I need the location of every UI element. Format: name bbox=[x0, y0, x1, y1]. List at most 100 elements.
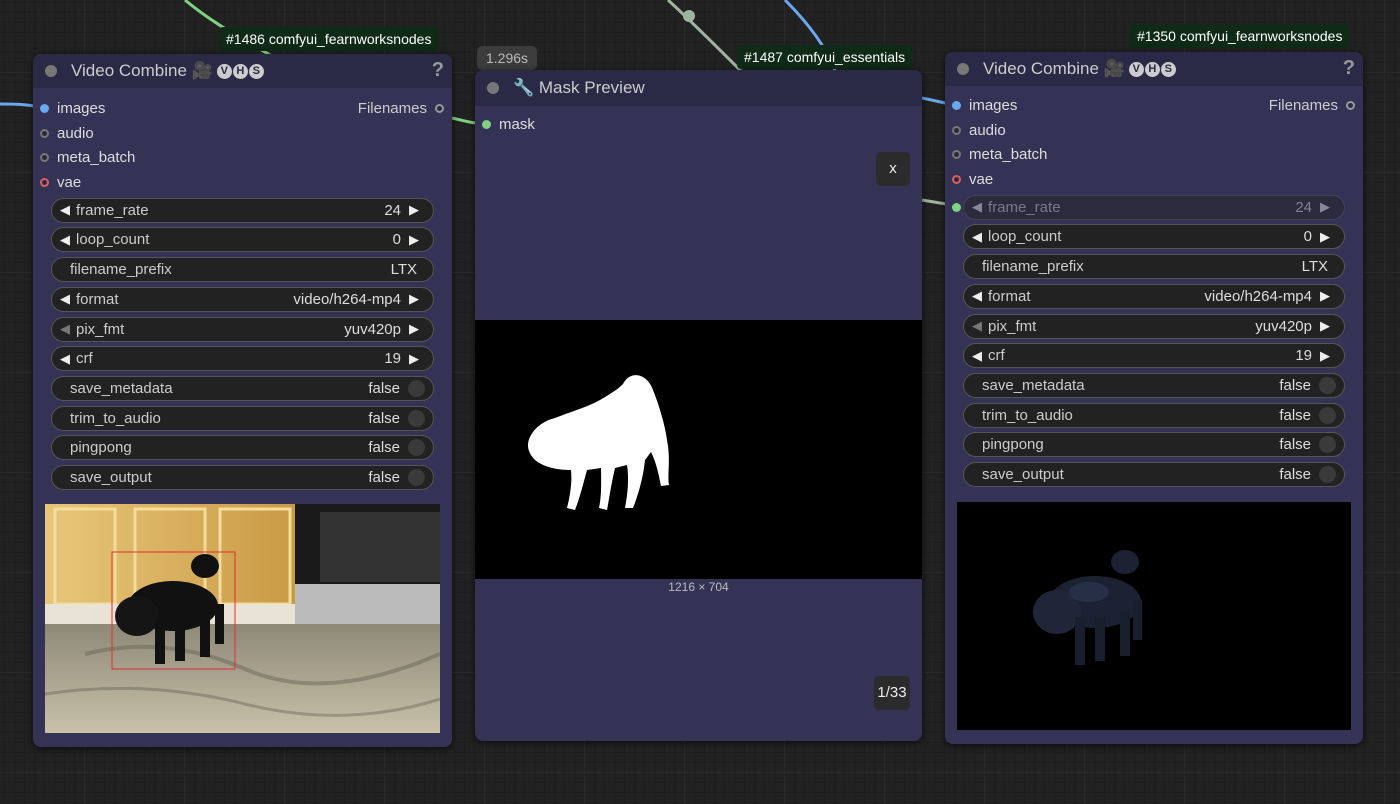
toggle-knob-icon[interactable] bbox=[408, 439, 425, 457]
widget-label: trim_to_audio bbox=[982, 406, 1073, 424]
help-icon[interactable]: ? bbox=[432, 59, 444, 82]
slot-connector[interactable] bbox=[952, 174, 961, 184]
widget-label: save_output bbox=[70, 468, 152, 486]
crf-widget[interactable]: ◀ crf 19 ▶ bbox=[51, 346, 434, 372]
toggle-knob-icon[interactable] bbox=[1319, 465, 1336, 483]
decrement-arrow-icon[interactable]: ◀ bbox=[60, 202, 76, 218]
decrement-arrow-icon[interactable]: ◀ bbox=[60, 232, 76, 248]
filename-prefix-widget[interactable]: filename_prefix LTX bbox=[51, 257, 434, 283]
close-preview-button[interactable]: x bbox=[876, 152, 910, 186]
frame-counter[interactable]: 1/33 bbox=[874, 676, 910, 710]
slot-connector[interactable] bbox=[40, 103, 49, 113]
input-slot-images[interactable]: images Filenames bbox=[945, 93, 1363, 118]
video-preview[interactable] bbox=[957, 502, 1351, 730]
decrement-arrow-icon[interactable]: ◀ bbox=[972, 199, 988, 215]
increment-arrow-icon[interactable]: ▶ bbox=[1320, 288, 1336, 304]
format-widget[interactable]: ◀ format video/h264-mp4 ▶ bbox=[51, 286, 434, 312]
slot-connector[interactable] bbox=[952, 100, 961, 110]
node-title: Video Combine 🎥 V H S bbox=[983, 59, 1176, 79]
increment-arrow-icon[interactable]: ▶ bbox=[409, 232, 425, 248]
pix-fmt-widget[interactable]: ◀ pix_fmt yuv420p ▶ bbox=[51, 316, 434, 342]
slot-connector[interactable] bbox=[435, 103, 444, 113]
widget-label: trim_to_audio bbox=[70, 409, 161, 427]
help-icon[interactable]: ? bbox=[1343, 57, 1355, 80]
increment-arrow-icon[interactable]: ▶ bbox=[1320, 229, 1336, 245]
slot-connector[interactable] bbox=[1346, 100, 1355, 110]
video-combine-node-left[interactable]: Video Combine 🎥 V H S ? images Filenames au… bbox=[33, 54, 452, 747]
widget-label: pingpong bbox=[982, 436, 1044, 454]
video-combine-node-right[interactable]: Video Combine 🎥 V H S ? images Filenames au… bbox=[945, 52, 1363, 744]
mask-preview-node[interactable]: 🔧 Mask Preview mask x 1216 × 704 1/33 bbox=[475, 70, 922, 741]
toggle-knob-icon[interactable] bbox=[1319, 406, 1336, 424]
input-slot-vae[interactable]: vae bbox=[33, 170, 452, 195]
pix-fmt-widget[interactable]: ◀ pix_fmt yuv420p ▶ bbox=[963, 313, 1345, 339]
node-header[interactable]: Video Combine 🎥 V H S ? bbox=[945, 52, 1363, 86]
toggle-knob-icon[interactable] bbox=[408, 409, 425, 427]
save-output-toggle[interactable]: save_output false bbox=[963, 461, 1345, 487]
trim-to-audio-toggle[interactable]: trim_to_audio false bbox=[963, 402, 1345, 428]
slot-connector[interactable] bbox=[952, 125, 961, 135]
increment-arrow-icon[interactable]: ▶ bbox=[409, 202, 425, 218]
decrement-arrow-icon[interactable]: ◀ bbox=[972, 318, 988, 334]
slot-connector[interactable] bbox=[40, 128, 49, 138]
decrement-arrow-icon[interactable]: ◀ bbox=[972, 288, 988, 304]
decrement-arrow-icon[interactable]: ◀ bbox=[972, 229, 988, 245]
widget-label: format bbox=[76, 290, 119, 308]
format-widget[interactable]: ◀ format video/h264-mp4 ▶ bbox=[963, 283, 1345, 309]
widget-value: false bbox=[368, 439, 400, 457]
mask-image-preview[interactable] bbox=[475, 320, 922, 579]
increment-arrow-icon[interactable]: ▶ bbox=[409, 321, 425, 337]
trim-to-audio-toggle[interactable]: trim_to_audio false bbox=[51, 405, 434, 431]
slot-label: meta_batch bbox=[969, 146, 1048, 164]
input-slot-audio[interactable]: audio bbox=[33, 121, 452, 146]
input-slot-vae[interactable]: vae bbox=[945, 167, 1363, 192]
collapse-toggle[interactable] bbox=[957, 63, 969, 75]
widget-value: 19 bbox=[384, 350, 401, 368]
input-slot-mask[interactable]: mask bbox=[475, 112, 922, 137]
increment-arrow-icon[interactable]: ▶ bbox=[1320, 318, 1336, 334]
widget-value: yuv420p bbox=[344, 320, 401, 338]
input-slot-meta-batch[interactable]: meta_batch bbox=[33, 145, 452, 170]
increment-arrow-icon[interactable]: ▶ bbox=[1320, 348, 1336, 364]
toggle-knob-icon[interactable] bbox=[1319, 376, 1336, 394]
frame-rate-widget[interactable]: ◀ frame_rate 24 ▶ bbox=[51, 197, 434, 223]
save-metadata-toggle[interactable]: save_metadata false bbox=[51, 375, 434, 401]
save-output-toggle[interactable]: save_output false bbox=[51, 464, 434, 490]
decrement-arrow-icon[interactable]: ◀ bbox=[60, 351, 76, 367]
filename-prefix-widget[interactable]: filename_prefix LTX bbox=[963, 254, 1345, 280]
collapse-toggle[interactable] bbox=[487, 82, 499, 94]
input-slot-audio[interactable]: audio bbox=[945, 118, 1363, 143]
crf-widget[interactable]: ◀ crf 19 ▶ bbox=[963, 343, 1345, 369]
slot-connector[interactable] bbox=[40, 177, 49, 187]
increment-arrow-icon[interactable]: ▶ bbox=[409, 351, 425, 367]
increment-arrow-icon[interactable]: ▶ bbox=[409, 291, 425, 307]
node-id-badge-left: #1486 comfyui_fearnworksnodes bbox=[219, 27, 439, 51]
wire-top-grey bbox=[666, 0, 744, 74]
increment-arrow-icon[interactable]: ▶ bbox=[1320, 199, 1336, 215]
loop-count-widget[interactable]: ◀ loop_count 0 ▶ bbox=[51, 227, 434, 253]
node-header[interactable]: 🔧 Mask Preview bbox=[475, 70, 922, 106]
frame-rate-input-connector[interactable] bbox=[952, 202, 961, 212]
output-slot-filenames[interactable]: Filenames bbox=[1269, 97, 1355, 114]
collapse-toggle[interactable] bbox=[45, 65, 57, 77]
pingpong-toggle[interactable]: pingpong false bbox=[51, 435, 434, 461]
save-metadata-toggle[interactable]: save_metadata false bbox=[963, 372, 1345, 398]
output-slot-filenames[interactable]: Filenames bbox=[358, 100, 444, 117]
node-header[interactable]: Video Combine 🎥 V H S ? bbox=[33, 54, 452, 88]
slot-label: vae bbox=[57, 173, 82, 191]
slot-connector[interactable] bbox=[40, 153, 49, 163]
input-slot-images[interactable]: images Filenames bbox=[33, 96, 452, 121]
frame-rate-widget[interactable]: ◀ frame_rate 24 ▶ bbox=[963, 194, 1345, 220]
decrement-arrow-icon[interactable]: ◀ bbox=[60, 291, 76, 307]
video-preview[interactable] bbox=[45, 504, 440, 733]
toggle-knob-icon[interactable] bbox=[408, 379, 425, 397]
loop-count-widget[interactable]: ◀ loop_count 0 ▶ bbox=[963, 224, 1345, 250]
toggle-knob-icon[interactable] bbox=[408, 468, 425, 486]
decrement-arrow-icon[interactable]: ◀ bbox=[972, 348, 988, 364]
slot-connector[interactable] bbox=[952, 150, 961, 160]
input-slot-meta-batch[interactable]: meta_batch bbox=[945, 142, 1363, 167]
toggle-knob-icon[interactable] bbox=[1319, 436, 1336, 454]
pingpong-toggle[interactable]: pingpong false bbox=[963, 432, 1345, 458]
decrement-arrow-icon[interactable]: ◀ bbox=[60, 321, 76, 337]
slot-connector[interactable] bbox=[482, 119, 491, 129]
